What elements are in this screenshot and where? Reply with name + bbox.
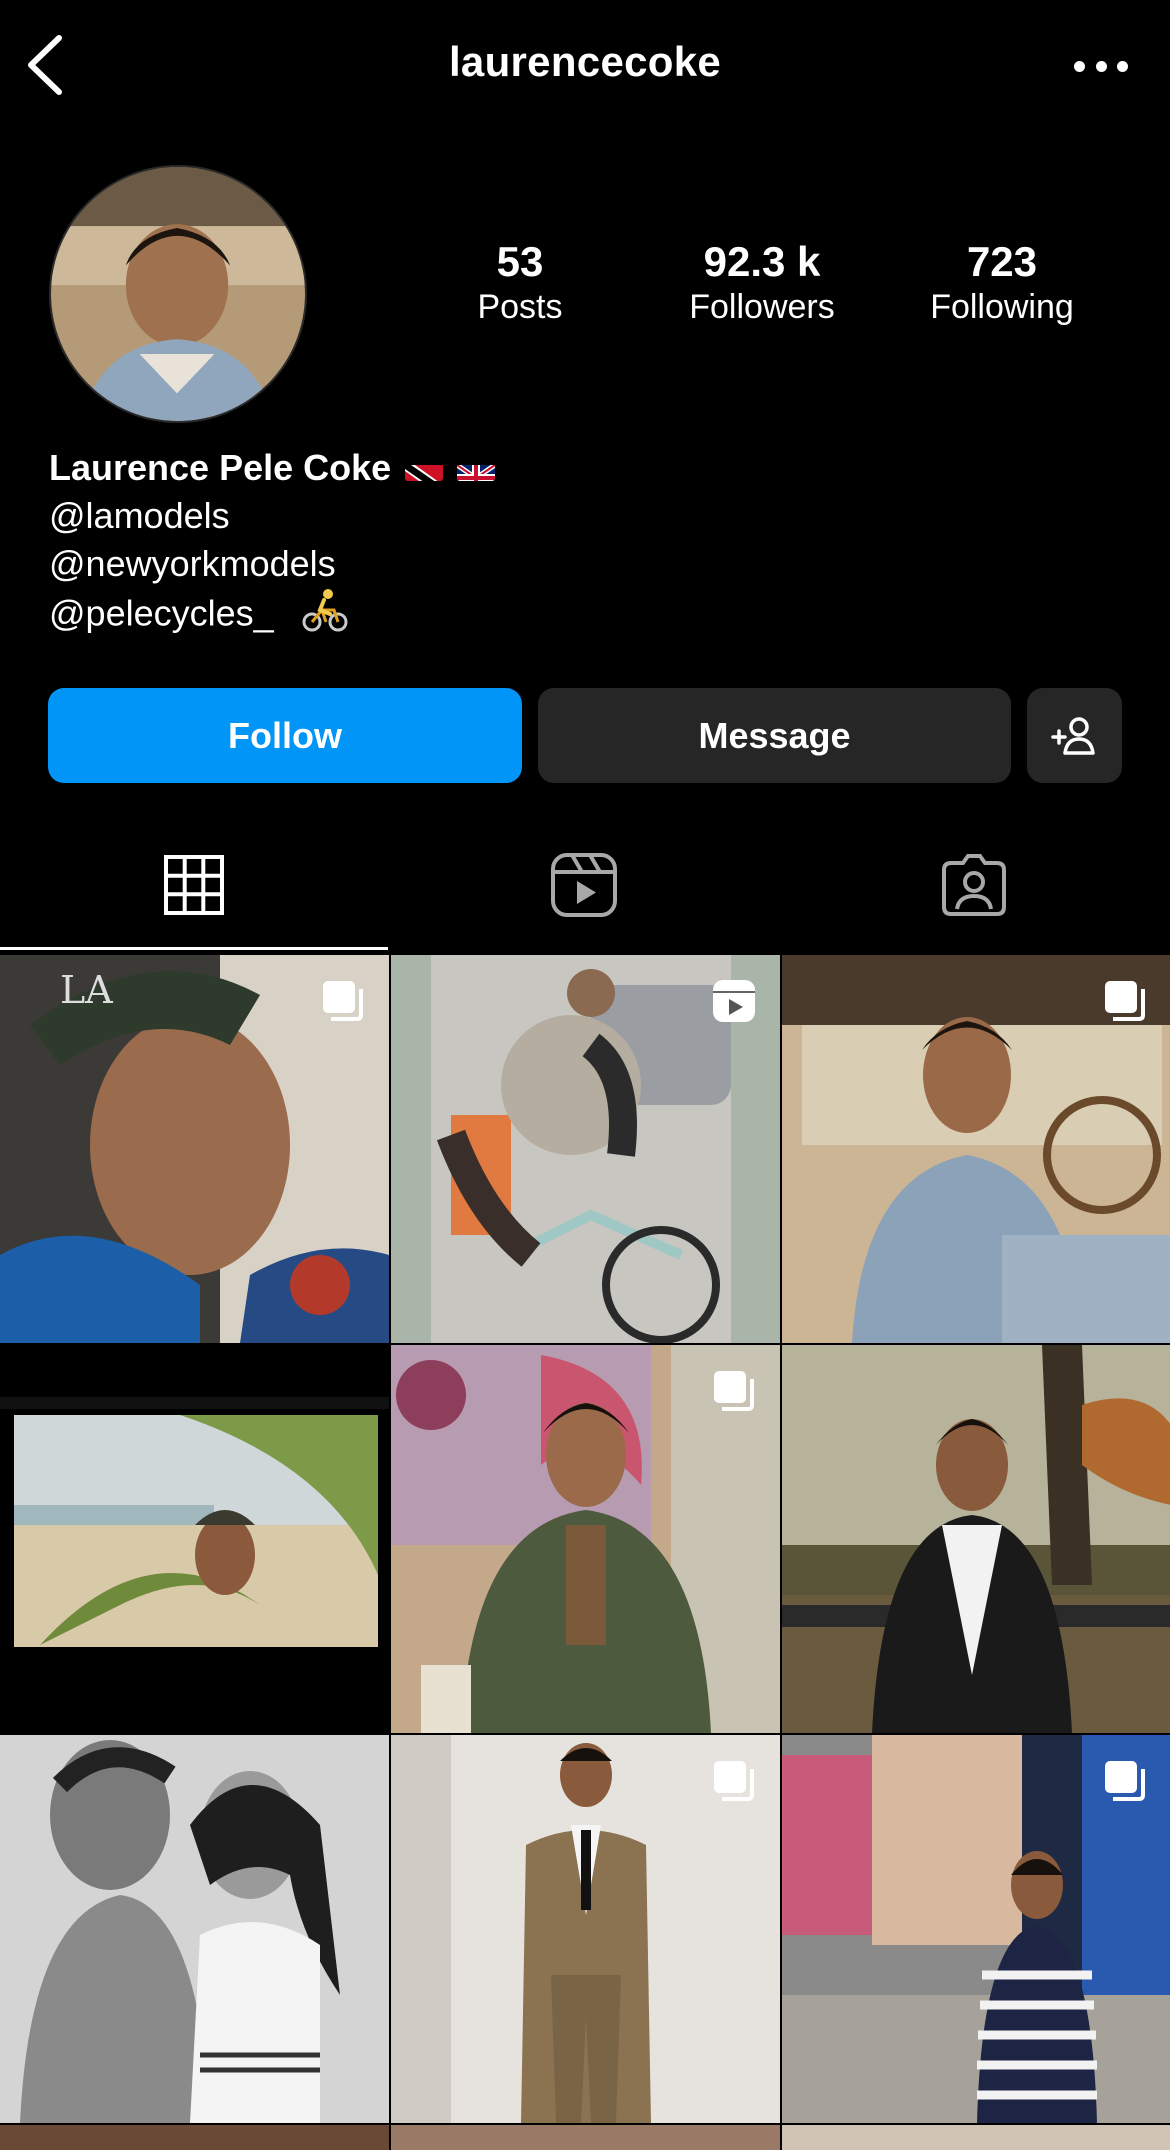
post-thumbnail-6[interactable]: [782, 1345, 1170, 1733]
tagged-person-icon: [942, 854, 1006, 916]
tab-posts[interactable]: [0, 820, 388, 950]
followers-label: Followers: [689, 288, 835, 326]
carousel-icon: [323, 981, 363, 1021]
ellipsis-icon: [1074, 60, 1085, 72]
following-count: 723: [966, 238, 1038, 285]
post-image-beach-film: [0, 1345, 389, 1733]
post-thumbnail-9[interactable]: [782, 1735, 1170, 2123]
profile-bio: Laurence Pele Coke @lamodels @newyorkmod…: [49, 444, 1049, 644]
post-image-park-bench: [782, 1345, 1170, 1733]
post-thumbnail-8[interactable]: [391, 1735, 780, 2123]
bio-link-newyorkmodels[interactable]: @newyorkmodels: [49, 540, 1049, 588]
carousel-icon: [714, 1761, 754, 1801]
suggested-accounts-button[interactable]: [1027, 688, 1122, 783]
post-thumbnail-3[interactable]: [782, 955, 1170, 1343]
posts-grid: LA: [0, 955, 1170, 2150]
posts-label: Posts: [477, 288, 563, 326]
more-options-button[interactable]: [1074, 46, 1128, 86]
reels-icon: [551, 853, 617, 917]
reels-icon: [713, 980, 755, 1022]
add-person-icon: [1050, 716, 1095, 755]
avatar-image: [51, 167, 305, 421]
post-thumbnail-4[interactable]: [0, 1345, 389, 1733]
grid-icon: [164, 855, 224, 915]
profile-tabs: [0, 820, 1170, 950]
active-tab-indicator: [0, 947, 388, 950]
svg-text:LA: LA: [60, 968, 113, 1012]
post-thumbnail-2[interactable]: [391, 955, 780, 1343]
profile-stats: 53 Posts 92.3 k Followers 723 Following: [400, 238, 1140, 338]
trinidad-and-tobago-flag-icon: [405, 455, 444, 481]
profile-username: laurencecoke: [448, 38, 722, 85]
post-thumbnail-11[interactable]: [391, 2125, 780, 2150]
carousel-icon: [1105, 981, 1145, 1021]
profile-avatar[interactable]: [49, 165, 307, 423]
display-name-row: Laurence Pele Coke: [49, 444, 1049, 492]
posts-stat[interactable]: 53 Posts: [400, 238, 640, 328]
post-thumbnail-1[interactable]: LA: [0, 955, 389, 1343]
posts-count: 53: [496, 238, 544, 285]
cyclist-icon: [302, 588, 348, 644]
display-name: Laurence Pele Coke: [49, 447, 392, 488]
tab-tagged[interactable]: [780, 820, 1168, 950]
following-stat[interactable]: 723 Following: [882, 238, 1122, 328]
top-bar: laurencecoke: [0, 0, 1170, 132]
bio-line-pelecycles: @pelecycles_: [49, 588, 1049, 644]
united-kingdom-flag-icon: [457, 455, 496, 481]
post-thumbnail-7[interactable]: [0, 1735, 389, 2123]
carousel-icon: [714, 1371, 754, 1411]
tab-reels[interactable]: [390, 820, 778, 950]
post-thumbnail-5[interactable]: [391, 1345, 780, 1733]
post-thumbnail-10[interactable]: [0, 2125, 389, 2150]
carousel-icon: [1105, 1761, 1145, 1801]
bio-link-pelecycles[interactable]: @pelecycles_: [49, 593, 274, 634]
followers-stat[interactable]: 92.3 k Followers: [642, 238, 882, 328]
bio-link-lamodels[interactable]: @lamodels: [49, 492, 1049, 540]
following-label: Following: [930, 288, 1074, 326]
post-image-couple-bw: [0, 1735, 389, 2123]
follow-button[interactable]: Follow: [48, 688, 522, 783]
post-thumbnail-12[interactable]: [782, 2125, 1170, 2150]
message-button[interactable]: Message: [538, 688, 1011, 783]
followers-count: 92.3 k: [703, 238, 821, 285]
